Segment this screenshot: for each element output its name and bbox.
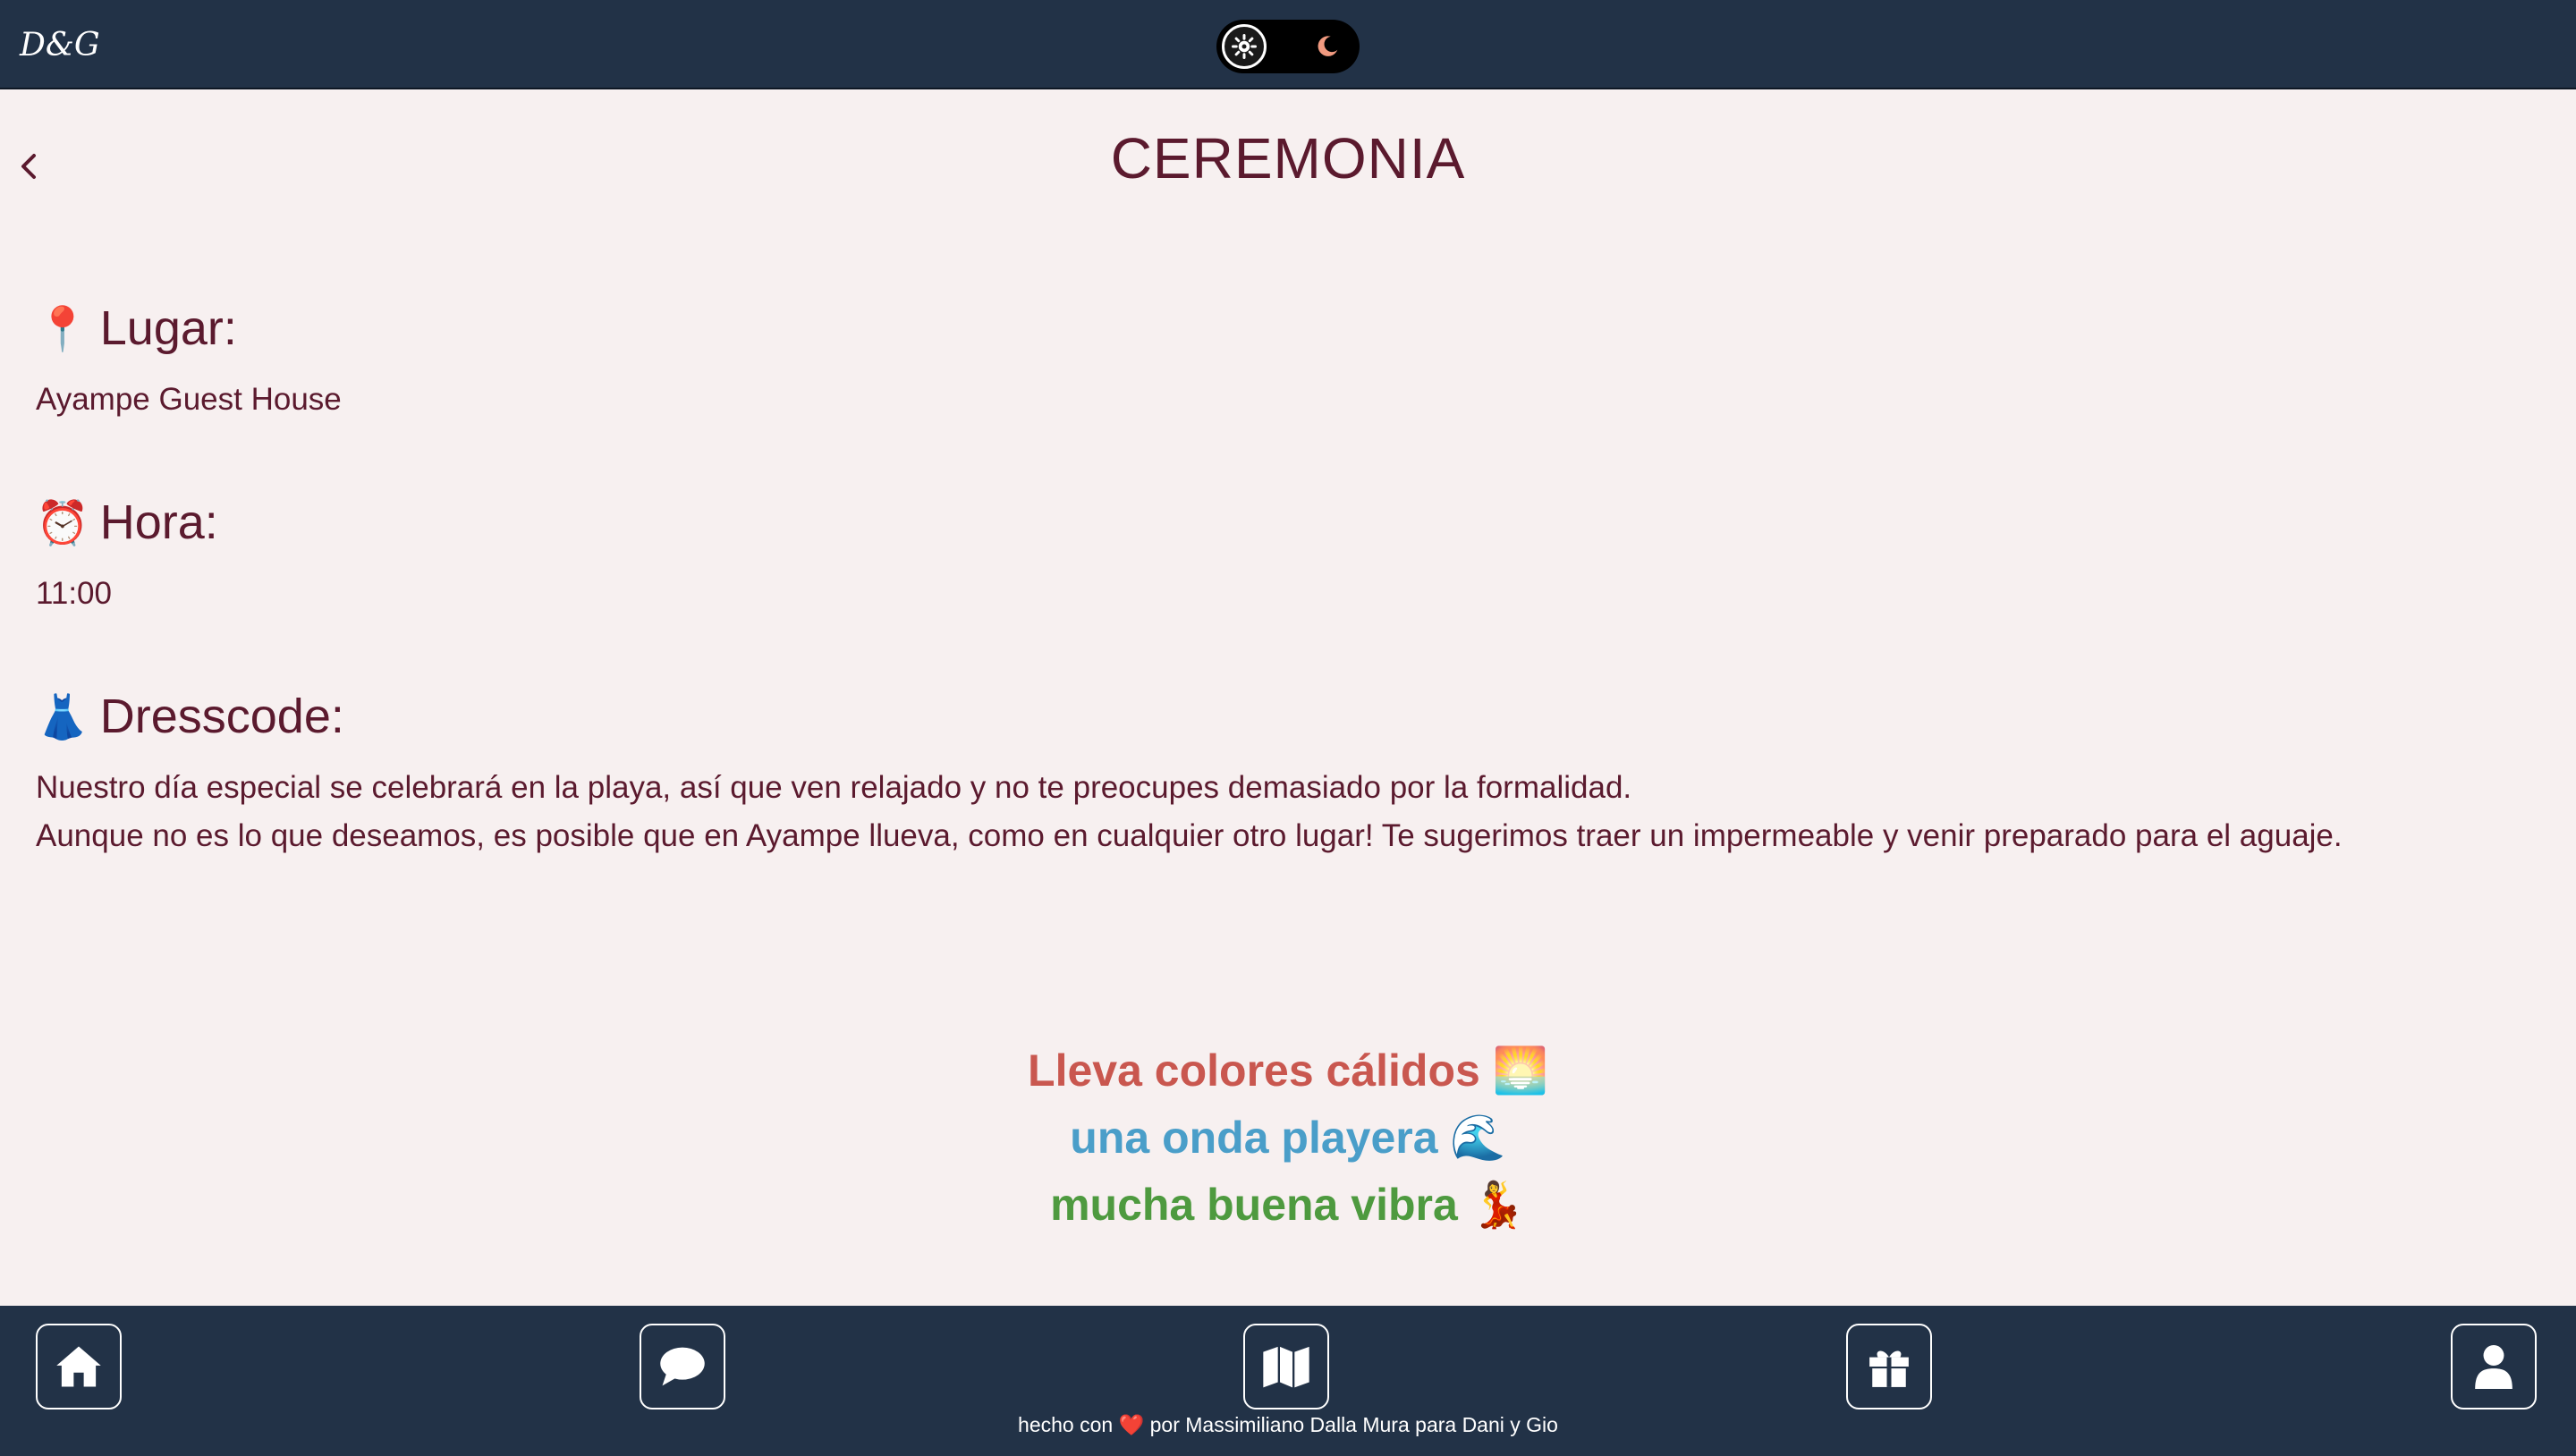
gear-sun-icon[interactable] — [1222, 24, 1267, 69]
home-icon — [56, 1346, 101, 1387]
footer-credit: hecho con ❤️ por Massimiliano Dalla Mura… — [0, 1413, 2576, 1437]
hora-heading: ⏰ Hora: — [36, 495, 218, 550]
map-icon — [1263, 1346, 1309, 1388]
dress-icon: 👗 — [36, 693, 89, 741]
gift-icon — [1869, 1350, 1909, 1387]
dresscode-heading: 👗 Dresscode: — [36, 689, 2343, 744]
dresscode-text: Nuestro día especial se celebrará en la … — [36, 764, 2343, 860]
footer-prefix: hecho con — [1018, 1413, 1114, 1436]
vibes-block: Lleva colores cálidos 🌅 una onda playera… — [0, 1037, 2576, 1239]
section-lugar: 📍 Lugar: Ayampe Guest House — [36, 301, 342, 424]
theme-toggle[interactable] — [1216, 20, 1360, 73]
nav-home-button[interactable] — [36, 1324, 122, 1409]
top-bar: D&G — [0, 0, 2576, 89]
alarm-clock-icon: ⏰ — [36, 499, 89, 547]
dresscode-line-1: Nuestro día especial se celebrará en la … — [36, 770, 1632, 805]
nav-map-button[interactable] — [1243, 1324, 1329, 1409]
vibe-line-good-vibes: mucha buena vibra 💃 — [1050, 1180, 1526, 1230]
lugar-heading-label: Lugar: — [99, 301, 237, 355]
chat-icon — [660, 1347, 705, 1386]
heart-icon: ❤️ — [1118, 1413, 1145, 1436]
hora-text: 11:00 — [36, 576, 112, 611]
footer-suffix: por Massimiliano Dalla Mura para Dani y … — [1149, 1413, 1558, 1436]
page-title: CEREMONIA — [1110, 126, 1466, 190]
lugar-text: Ayampe Guest House — [36, 382, 342, 417]
logo[interactable]: D&G — [20, 27, 100, 63]
vibe-line-warm-colors: Lleva colores cálidos 🌅 — [1028, 1045, 1548, 1096]
hora-heading-label: Hora: — [99, 495, 218, 549]
nav-chat-button[interactable] — [640, 1324, 725, 1409]
dresscode-heading-label: Dresscode: — [99, 690, 344, 743]
section-hora: ⏰ Hora: 11:00 — [36, 495, 218, 618]
dresscode-line-2: Aunque no es lo que deseamos, es posible… — [36, 818, 2343, 853]
section-dresscode: 👗 Dresscode: Nuestro día especial se cel… — [36, 689, 2343, 860]
bottom-nav: hecho con ❤️ por Massimiliano Dalla Mura… — [0, 1306, 2576, 1456]
nav-profile-button[interactable] — [2451, 1324, 2537, 1409]
lugar-heading: 📍 Lugar: — [36, 301, 342, 356]
vibe-line-beach: una onda playera 🌊 — [1070, 1113, 1506, 1163]
pin-icon: 📍 — [36, 305, 89, 353]
nav-gift-button[interactable] — [1846, 1324, 1932, 1409]
moon-icon[interactable] — [1311, 30, 1343, 63]
user-icon — [2475, 1345, 2512, 1389]
